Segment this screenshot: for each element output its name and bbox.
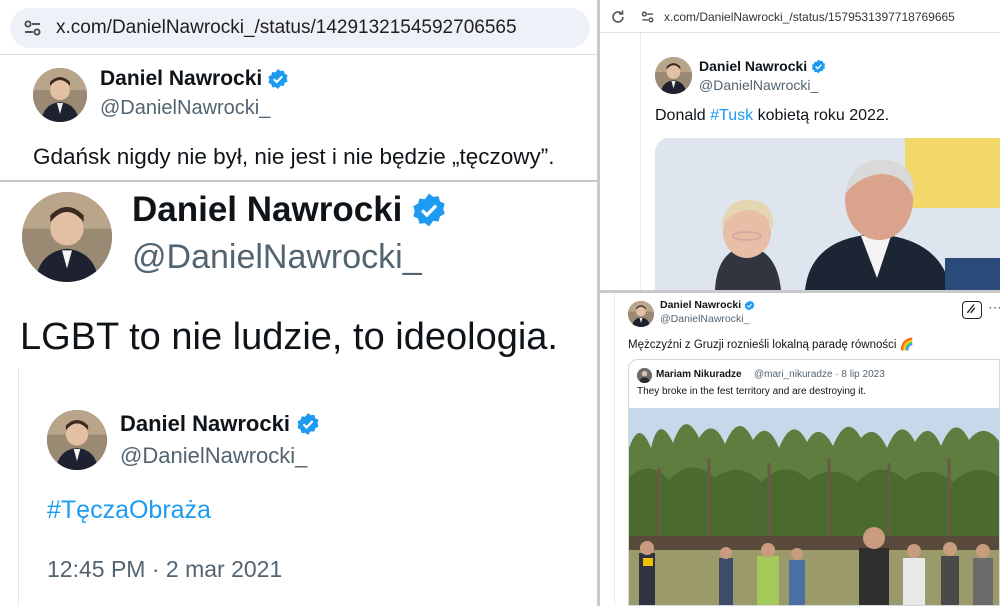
author-name[interactable]: Daniel Nawrocki bbox=[699, 58, 807, 74]
verified-badge-icon bbox=[811, 59, 826, 74]
tweet-text-start: Donald bbox=[655, 107, 711, 124]
quoted-avatar[interactable] bbox=[637, 368, 652, 383]
tweet-timestamp[interactable]: 12:45 PM · 2 mar 2021 bbox=[47, 556, 282, 583]
left-page-border bbox=[614, 293, 615, 606]
left-page-border bbox=[640, 33, 641, 290]
author-name-row[interactable]: Daniel Nawrocki bbox=[699, 58, 826, 74]
quoted-author-name[interactable]: Mariam Nikuradze bbox=[656, 369, 742, 380]
tweet-text-end: kobietą roku 2022. bbox=[753, 107, 890, 124]
tweet-screenshot-4: x.com/DanielNawrocki_/status/15795313977… bbox=[600, 0, 1000, 290]
avatar[interactable] bbox=[628, 301, 654, 327]
verified-badge-icon bbox=[744, 300, 755, 311]
author-handle[interactable]: @DanielNawrocki_ bbox=[120, 443, 307, 469]
author-name-row[interactable]: Daniel Nawrocki bbox=[132, 190, 447, 230]
avatar[interactable] bbox=[22, 192, 112, 282]
tweet-text: Donald #Tusk kobietą roku 2022. bbox=[655, 107, 889, 125]
tweet-text: Gdańsk nigdy nie był, nie jest i nie będ… bbox=[33, 144, 555, 169]
author-handle[interactable]: @DanielNawrocki_ bbox=[660, 313, 749, 325]
author-name[interactable]: Daniel Nawrocki bbox=[132, 190, 402, 230]
quoted-text: They broke in the fest territory and are… bbox=[637, 386, 866, 397]
tweet-screenshot-5: Daniel Nawrocki @DanielNawrocki_ ⋯ Mężcz… bbox=[600, 293, 1000, 606]
quoted-tweet[interactable]: Mariam Nikuradze @mari_nikuradze · 8 lip… bbox=[628, 359, 1000, 606]
tweet-screenshot-1: x.com/DanielNawrocki_/status/14291321545… bbox=[0, 0, 597, 182]
tweet-text: LGBT to nie ludzie, to ideologia. bbox=[20, 316, 558, 358]
avatar[interactable] bbox=[655, 57, 692, 94]
author-name[interactable]: Daniel Nawrocki bbox=[100, 67, 262, 91]
verified-badge-icon bbox=[267, 68, 289, 90]
tweet-text-main: Mężczyźni z Gruzji roznieśli lokalną par… bbox=[628, 339, 897, 351]
hashtag-link[interactable]: #Tusk bbox=[710, 107, 753, 124]
tweet-text: Mężczyźni z Gruzji roznieśli lokalną par… bbox=[628, 337, 914, 351]
address-url[interactable]: x.com/DanielNawrocki_/status/14291321545… bbox=[56, 17, 517, 39]
author-handle[interactable]: @DanielNawrocki_ bbox=[132, 238, 422, 277]
verified-badge-icon bbox=[296, 412, 320, 436]
author-name[interactable]: Daniel Nawrocki bbox=[120, 411, 290, 437]
quoted-meta[interactable]: @mari_nikuradze · 8 lip 2023 bbox=[754, 369, 885, 380]
author-name-row[interactable]: Daniel Nawrocki bbox=[100, 67, 289, 91]
author-name-row[interactable]: Daniel Nawrocki bbox=[120, 411, 320, 437]
author-name[interactable]: Daniel Nawrocki bbox=[660, 299, 741, 311]
author-handle[interactable]: @DanielNawrocki_ bbox=[699, 77, 818, 93]
hashtag-link[interactable]: #TęczaObraża bbox=[47, 496, 211, 525]
avatar[interactable] bbox=[33, 68, 87, 122]
tweet-screenshot-3: Daniel Nawrocki @DanielNawrocki_ #TęczaO… bbox=[0, 368, 597, 606]
quoted-video[interactable] bbox=[629, 408, 999, 605]
reload-icon[interactable] bbox=[610, 9, 626, 25]
grok-icon[interactable] bbox=[962, 301, 982, 319]
address-url[interactable]: x.com/DanielNawrocki_/status/15795313977… bbox=[664, 10, 955, 24]
site-settings-icon[interactable] bbox=[22, 17, 44, 39]
author-handle[interactable]: @DanielNawrocki_ bbox=[100, 97, 270, 120]
site-settings-icon[interactable] bbox=[640, 9, 656, 25]
rainbow-emoji: 🌈 bbox=[899, 339, 914, 351]
avatar[interactable] bbox=[47, 410, 107, 470]
more-icon[interactable]: ⋯ bbox=[988, 299, 1000, 316]
url-divider bbox=[0, 54, 597, 55]
url-divider bbox=[600, 32, 1000, 33]
left-page-border bbox=[18, 368, 19, 606]
author-name-row[interactable]: Daniel Nawrocki bbox=[660, 299, 755, 311]
verified-badge-icon bbox=[411, 192, 447, 228]
tweet-photo[interactable] bbox=[655, 138, 1000, 290]
tweet-screenshot-2: Daniel Nawrocki @DanielNawrocki_ LGBT to… bbox=[0, 182, 597, 368]
